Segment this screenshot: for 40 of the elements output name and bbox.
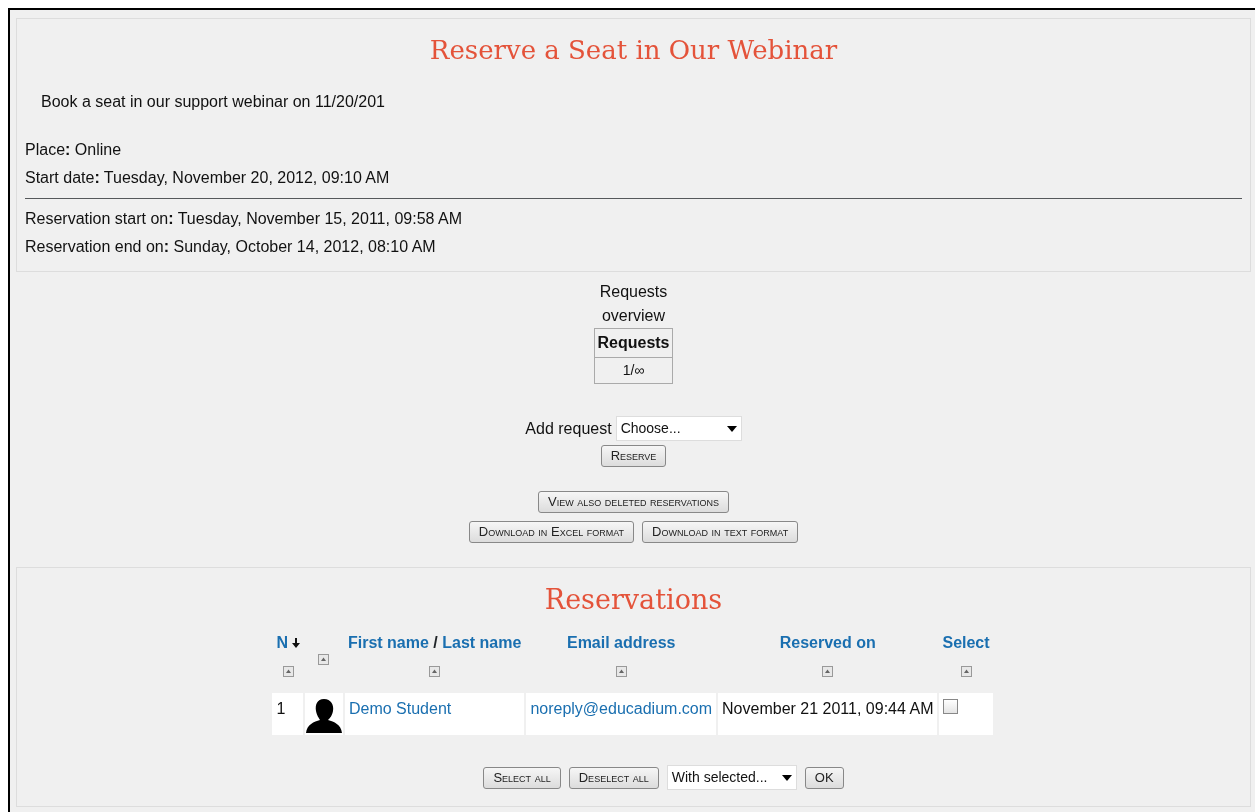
sort-link[interactable]: Reserved on [779, 633, 876, 651]
description: Book a seat in our support webinar on 11/20/201 [41, 92, 386, 113]
field-label: Add request [525, 418, 612, 439]
sort-icon[interactable] [282, 665, 294, 677]
bulk-button[interactable]: Select all [483, 766, 561, 789]
page-title: Reserve a Seat in Our Webinar [428, 35, 839, 67]
sort-link[interactable]: Select [942, 633, 990, 651]
sort-icon[interactable] [960, 665, 972, 677]
table-header: Requests [595, 328, 672, 358]
reserve-button[interactable]: Reserve [600, 445, 667, 468]
caret-icon [781, 774, 792, 781]
table-cell: November 21 2011, 09:44 AM [717, 692, 939, 735]
sort-icon[interactable] [615, 665, 627, 677]
sort-icon[interactable] [822, 665, 834, 677]
action-button[interactable]: Download in Excel format [468, 521, 635, 544]
date-line: Reservation end on: Sunday, October 14, 2012, 08:10 AM [25, 237, 437, 258]
section-title: Reservations [544, 584, 723, 617]
separator: / [433, 633, 438, 651]
sort-icon[interactable] [429, 665, 441, 677]
table-caption: Requests [599, 282, 668, 303]
request-dropdown[interactable]: Choose... [615, 416, 742, 442]
sort-link[interactable]: Last name [442, 633, 522, 651]
sort-link[interactable]: Email address [566, 633, 676, 651]
table-cell: 1 [272, 692, 304, 735]
sort-icon[interactable] [318, 653, 330, 665]
detail-line: Start date: Tuesday, November 20, 2012, 09:10 AM [25, 168, 391, 189]
action-button[interactable]: Download in text format [642, 521, 799, 544]
date-line: Reservation start on: Tuesday, November 15, 2011, 09:58 AM [25, 209, 463, 230]
bulk-button[interactable]: Deselect all [568, 766, 659, 789]
checkbox[interactable] [943, 698, 959, 714]
action-button[interactable]: View also deleted reservations [537, 491, 729, 514]
detail-line: Place: Online [25, 140, 123, 161]
table-caption: overview [600, 306, 667, 327]
sort-link[interactable]: N [276, 633, 288, 651]
user-avatar-icon [304, 696, 343, 733]
bulk-action-dropdown[interactable]: With selected... [666, 765, 797, 791]
sort-link[interactable]: First name [347, 633, 429, 651]
caret-icon [726, 425, 737, 432]
ok-button[interactable]: OK [804, 766, 844, 789]
table-cell: 1/∞ [595, 357, 672, 384]
